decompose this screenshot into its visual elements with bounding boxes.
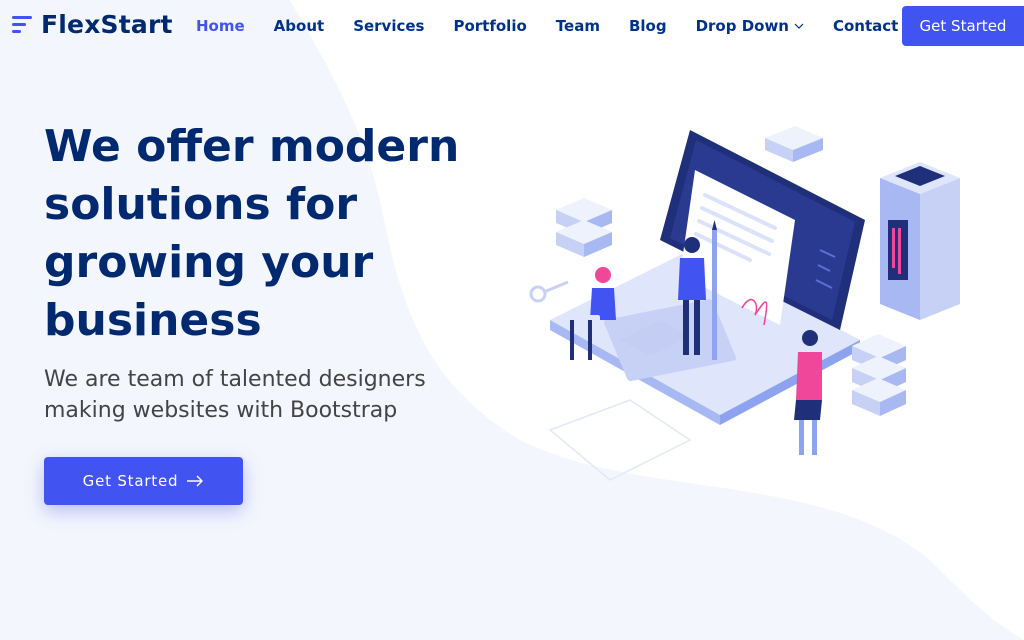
nav-item-dropdown[interactable]: Drop Down — [696, 17, 804, 35]
hero-title: We offer modern solutions for growing yo… — [44, 121, 460, 346]
nav-item-contact[interactable]: Contact — [833, 17, 898, 35]
hero-get-started-button[interactable]: Get Started — [44, 457, 243, 505]
nav-item-portfolio[interactable]: Portfolio — [453, 17, 526, 35]
hero-subtitle: We are team of talented designers making… — [44, 367, 426, 423]
main-nav: Home About Services Portfolio Team Blog … — [196, 0, 927, 52]
nav-item-services[interactable]: Services — [353, 17, 424, 35]
header-get-started-button[interactable]: Get Started — [902, 6, 1024, 46]
nav-item-team[interactable]: Team — [556, 17, 600, 35]
nav-item-about[interactable]: About — [274, 17, 325, 35]
hero-cta-label: Get Started — [82, 472, 179, 490]
arrow-right-icon — [187, 475, 204, 487]
site-header: FlexStart Home About Services Portfolio … — [0, 0, 1024, 52]
chevron-down-icon — [794, 23, 804, 29]
nav-item-dropdown-label: Drop Down — [695, 17, 789, 35]
nav-item-blog[interactable]: Blog — [629, 17, 667, 35]
hamburger-logo-icon — [12, 12, 34, 38]
nav-item-home[interactable]: Home — [196, 17, 245, 35]
hero-illustration — [529, 126, 960, 481]
brand-logo[interactable]: FlexStart — [12, 10, 173, 39]
brand-name: FlexStart — [41, 10, 173, 39]
